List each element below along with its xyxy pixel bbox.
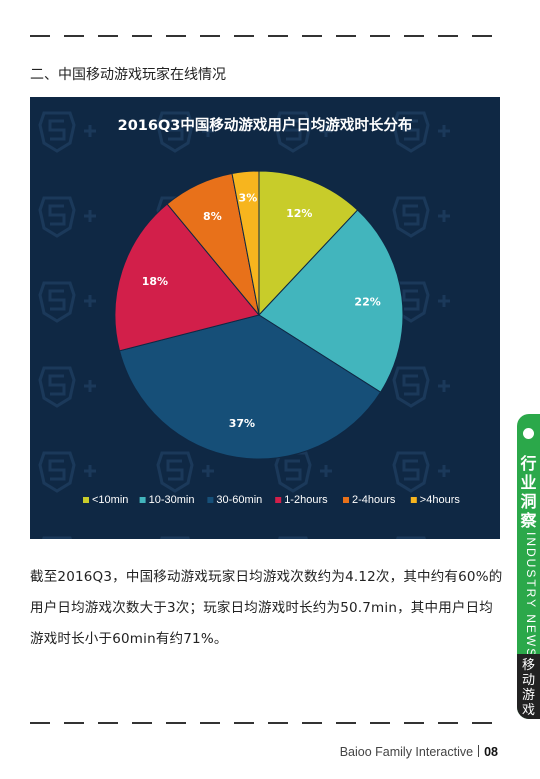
legend-swatch-2-4hours (343, 497, 349, 503)
slice-label-4hours: 3% (239, 191, 258, 204)
chart-title: 2016Q3中国移动游戏用户日均游戏时长分布 (118, 116, 413, 134)
legend-swatch-1-2hours (275, 497, 282, 503)
side-tab-topic: 移动游戏 (521, 658, 535, 718)
legend-swatch-4hours (410, 497, 417, 503)
pie-chart: 2016Q3中国移动游戏用户日均游戏时长分布 12%22%37%18%8%3% … (30, 97, 500, 539)
top-divider (30, 35, 500, 37)
pie-chart-panel: 2016Q3中国移动游戏用户日均游戏时长分布 12% 22% 37% 18% 8% 3% … (30, 97, 500, 539)
footer-page-number: 08 (484, 745, 498, 759)
slice-label-2-4hours: 8% (203, 210, 222, 223)
legend-swatch-30-60min (207, 497, 214, 503)
side-tab-category: 行业洞察 (520, 454, 537, 530)
footer-separator (478, 745, 480, 757)
slice-label-30-60min: 37% (229, 417, 255, 430)
legend-swatch-10min (83, 497, 89, 503)
legend-label-10-30min: 10-30min (149, 494, 195, 506)
legend-swatch-10-30min (139, 497, 146, 503)
slice-label-10min: 12% (286, 207, 312, 220)
slice-label-1-2hours: 18% (142, 275, 168, 288)
summary-paragraph: 截至2016Q3，中国移动游戏玩家日均游戏次数约为4.12次，其中约有60%的用… (30, 569, 503, 647)
side-tab-english: INDUSTRY NEWS (524, 532, 538, 659)
tab-dot-icon (523, 428, 534, 439)
side-tab-topic-block: 移动游戏 (517, 654, 540, 719)
legend-label-4hours: >4hours (420, 494, 461, 506)
slice-label-10-30min: 22% (354, 295, 380, 308)
legend-label-1-2hours: 1-2hours (284, 494, 328, 506)
legend-label-2-4hours: 2-4hours (352, 494, 396, 506)
footer-company: Baioo Family Interactive (339, 745, 474, 759)
section-side-tab: 行业洞察 INDUSTRY NEWS 移动游戏 (517, 414, 540, 719)
legend-label-30-60min: 30-60min (216, 494, 262, 506)
page-footer: Baioo Family Interactive 08 (340, 745, 498, 759)
bottom-divider (30, 722, 500, 724)
legend-label-10min: <10min (92, 494, 128, 506)
section-title: 二、中国移动游戏玩家在线情况 (30, 67, 226, 83)
